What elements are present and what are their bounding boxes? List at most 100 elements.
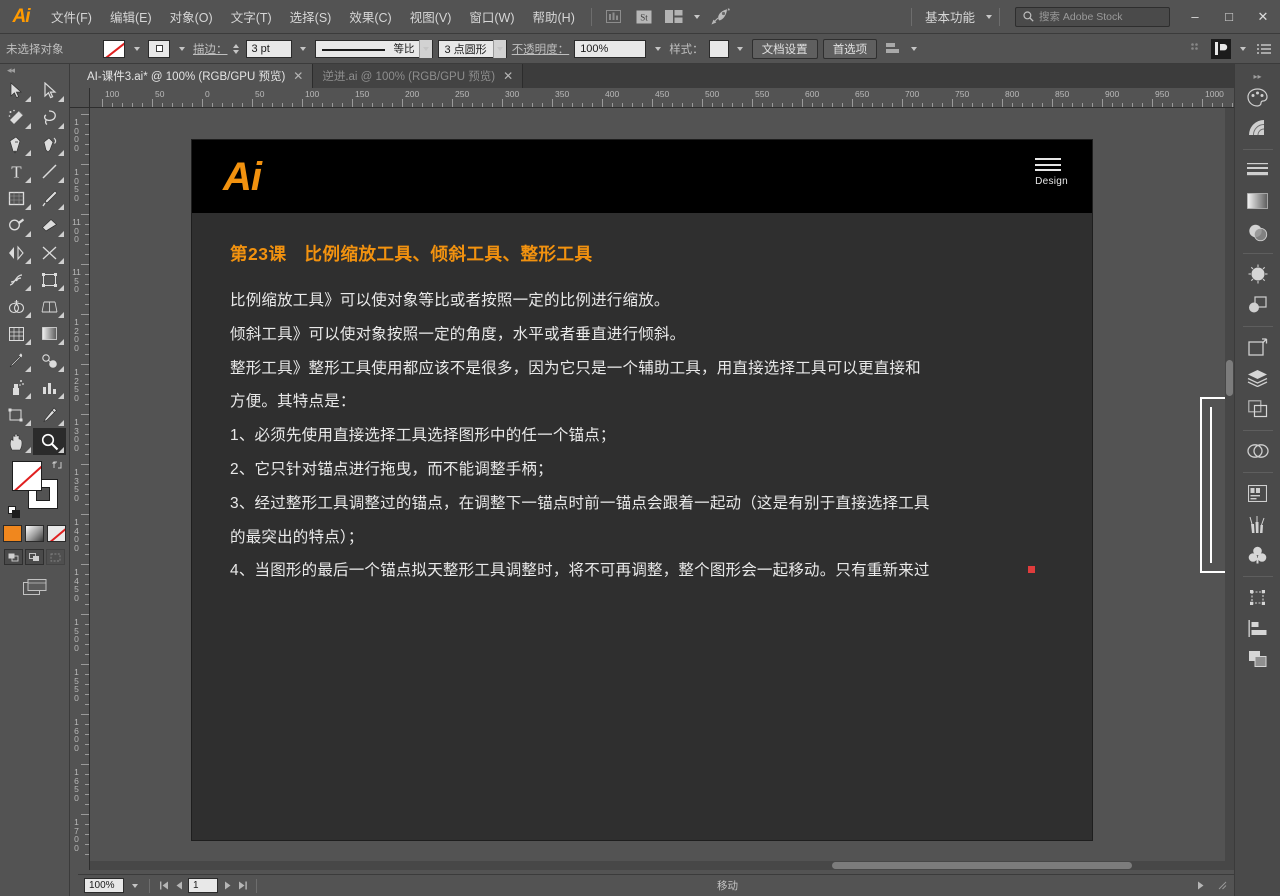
rocket-icon[interactable] [708,7,734,27]
artboards-panel-icon[interactable] [1242,394,1274,424]
graphic-styles-panel-icon[interactable] [1242,290,1274,320]
stroke-weight-stepper[interactable] [232,43,239,54]
selection-tool[interactable] [0,77,33,104]
document-tab-1[interactable]: 逆进.ai @ 100% (RGB/GPU 预览) ✕ [313,64,524,88]
blend-tool[interactable] [33,347,66,374]
slide-menu[interactable]: Design [1035,158,1068,187]
menu-effect[interactable]: 效果(C) [340,3,400,30]
swatches-panel-icon[interactable] [1242,540,1274,570]
hand-tool[interactable] [0,428,33,455]
opacity-chevron-down-icon[interactable] [651,40,664,58]
last-page-icon[interactable] [236,879,248,893]
shape-builder-tool[interactable] [0,293,33,320]
previous-page-icon[interactable] [173,879,185,893]
stroke-profile-select[interactable]: 等比 [314,39,433,58]
arrange-documents-chevron-down-icon[interactable] [693,14,700,19]
stroke-weight-chevron-down-icon[interactable] [297,40,310,58]
brushes-panel-icon[interactable] [1242,509,1274,539]
brush-definition-chevron-down-icon[interactable] [492,39,506,58]
drawing-behind-button[interactable] [25,549,44,565]
canvas-vertical-scroll-thumb[interactable] [1226,360,1233,396]
direct-selection-tool[interactable] [33,77,66,104]
fill-chevron-down-icon[interactable] [130,40,143,58]
artboard-tool[interactable] [0,401,33,428]
gradient-mode-button[interactable] [25,525,44,542]
links-panel-icon[interactable] [1242,436,1274,466]
graphic-style-chevron-down-icon[interactable] [734,40,747,58]
document-setup-button[interactable]: 文档设置 [751,38,818,59]
menu-edit[interactable]: 编辑(E) [101,3,161,30]
appearance-panel-icon[interactable] [1242,259,1274,289]
stroke-weight-input[interactable]: 3 pt [245,39,292,58]
menu-view[interactable]: 视图(V) [401,3,461,30]
bridge-icon[interactable] [601,7,627,27]
menu-select[interactable]: 选择(S) [281,3,341,30]
workspace-switcher[interactable]: 基本功能 [919,4,992,29]
menu-file[interactable]: 文件(F) [42,3,101,30]
menu-help[interactable]: 帮助(H) [524,3,584,30]
vertical-ruler[interactable]: 1000 1050 1100 1150 1200 1250 1300 1350 1400 1450… [70,108,90,870]
transparency-panel-icon[interactable] [1242,217,1274,247]
stroke-chevron-down-icon[interactable] [175,40,188,58]
change-screen-mode-button[interactable] [0,579,69,596]
first-page-icon[interactable] [158,879,170,893]
hamburger-menu-icon[interactable] [1035,158,1062,172]
zoom-level-input[interactable]: 100% [84,878,124,893]
preferences-button[interactable]: 首选项 [822,38,878,59]
opacity-input[interactable]: 100% [574,39,647,58]
eyedropper-tool[interactable] [0,347,33,374]
rectangle-tool[interactable] [0,185,33,212]
magic-wand-tool[interactable] [0,104,33,131]
eraser-tool[interactable] [33,212,66,239]
color-panel-icon[interactable] [1242,82,1274,112]
scale-tool[interactable] [33,239,66,266]
document-tab-0-close-icon[interactable]: ✕ [293,70,303,82]
fill-swatch[interactable] [103,39,125,58]
close-button[interactable]: ✕ [1246,0,1280,34]
symbols-panel-icon[interactable] [1242,332,1274,362]
fill-color-swatch[interactable] [12,461,42,491]
align-chevron-down-icon[interactable] [907,40,920,58]
align-options-icon[interactable] [1186,39,1206,59]
stroke-swatch[interactable] [148,39,170,58]
horizontal-ruler[interactable]: 100 50 0 50 100 150 200 250 300 350 400 450 500 550 60… [90,88,1234,108]
perspective-grid-tool[interactable] [33,293,66,320]
status-resize-grip-icon[interactable] [1216,879,1228,893]
swap-fill-stroke-icon[interactable] [52,459,64,471]
stock-search-input[interactable]: 搜索 Adobe Stock [1015,6,1170,27]
menu-object[interactable]: 对象(O) [161,3,222,30]
rotate-tool[interactable] [0,239,33,266]
gradient-tool[interactable] [33,320,66,347]
align-panel-icon[interactable] [1242,613,1274,643]
panel-menu-icon[interactable] [1254,39,1274,59]
zoom-tool[interactable] [33,428,66,455]
paintbrush-tool[interactable] [33,185,66,212]
canvas-area[interactable]: Ai Design 第23课 比例缩放工具、倾斜工具、整形工具 比例缩放工具》可… [90,108,1234,870]
line-segment-tool[interactable] [33,158,66,185]
selection-bracket-shape[interactable] [1200,397,1226,573]
slice-tool[interactable] [33,401,66,428]
stroke-panel-icon[interactable] [1242,155,1274,185]
width-tool[interactable] [0,266,33,293]
arrange-panel-icon[interactable] [1211,38,1231,59]
shaper-tool[interactable] [0,212,33,239]
align-to-selection-icon[interactable] [882,39,902,59]
layers-panel-icon[interactable] [1242,363,1274,393]
transform-panel-icon[interactable] [1242,582,1274,612]
canvas-horizontal-scroll-thumb[interactable] [832,862,1132,869]
brush-definition-select[interactable]: 3 点圆形 [437,39,507,58]
minimize-button[interactable]: – [1178,0,1212,34]
maximize-button[interactable]: □ [1212,0,1246,34]
drawing-normal-button[interactable] [4,549,23,565]
panel-dock-grip[interactable]: ▸▸ [1235,70,1280,82]
document-tab-1-close-icon[interactable]: ✕ [503,70,513,82]
canvas-horizontal-scrollbar[interactable] [90,861,1234,870]
artboard[interactable]: Ai Design 第23课 比例缩放工具、倾斜工具、整形工具 比例缩放工具》可… [192,140,1092,840]
stroke-profile-chevron-down-icon[interactable] [418,39,432,58]
free-transform-tool[interactable] [33,266,66,293]
artboard-number-input[interactable]: 1 [188,878,218,893]
menu-window[interactable]: 窗口(W) [460,3,523,30]
libraries-panel-icon[interactable] [1242,478,1274,508]
text-overflow-marker[interactable] [1028,566,1035,573]
color-mode-button[interactable] [3,525,22,542]
